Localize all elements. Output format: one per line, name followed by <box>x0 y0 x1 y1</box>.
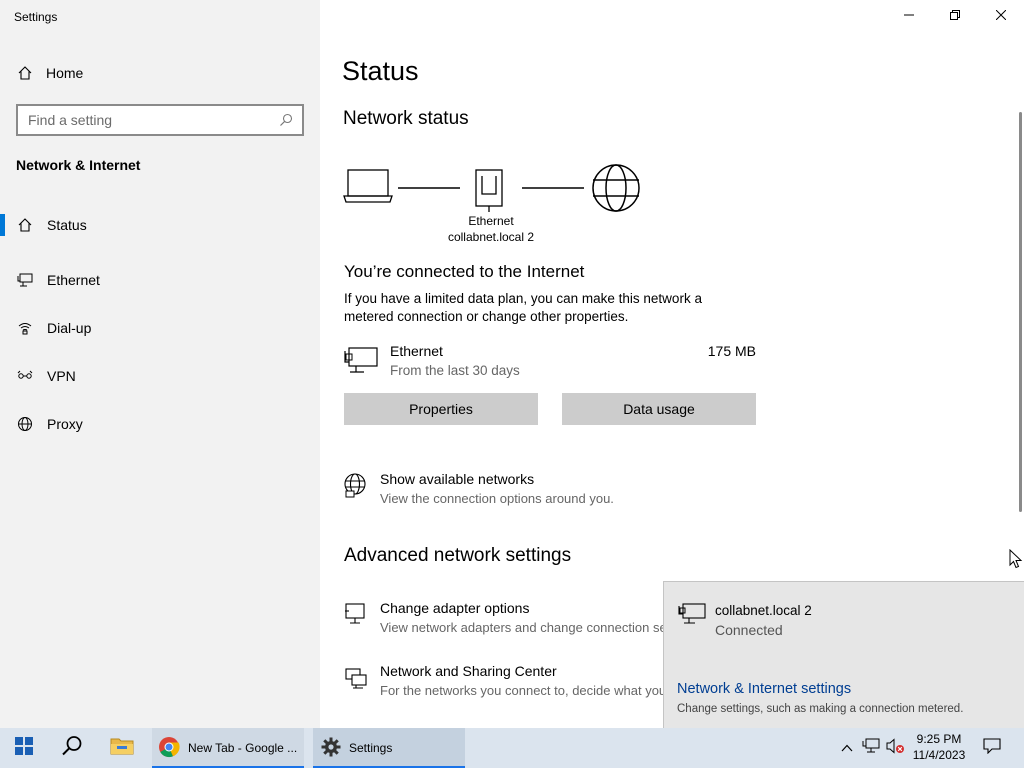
advanced-links-area: Change adapter options View network adap… <box>320 0 663 728</box>
chevron-up-icon <box>841 739 853 757</box>
windows-logo-icon <box>15 736 33 760</box>
vpn-icon <box>16 367 34 385</box>
search-icon[interactable] <box>274 108 298 132</box>
sidebar-item-label: Status <box>47 217 87 233</box>
app-title: Settings <box>14 10 58 24</box>
restore-button[interactable] <box>932 0 978 32</box>
search-icon <box>61 735 83 762</box>
status-icon <box>16 216 34 234</box>
taskbar-chrome[interactable]: New Tab - Google ... <box>152 728 304 768</box>
network-tray-icon <box>862 738 880 759</box>
clock-time: 9:25 PM <box>916 732 962 746</box>
file-explorer-button[interactable] <box>98 728 146 768</box>
gear-icon <box>321 737 341 760</box>
network-sharing-center[interactable]: Network and Sharing Center For the netwo… <box>344 663 663 703</box>
minimize-button[interactable] <box>886 0 932 32</box>
show-hidden-icons-button[interactable] <box>838 728 856 768</box>
globe-icon <box>16 415 34 433</box>
sidebar-item-status[interactable]: Status <box>0 208 320 242</box>
clock-date: 11/4/2023 <box>912 748 966 762</box>
home-label: Home <box>46 65 84 81</box>
window-controls <box>886 0 1024 32</box>
taskbar: New Tab - Google ... Settings 9:25 PM 11… <box>0 728 1024 768</box>
sidebar-item-proxy[interactable]: Proxy <box>0 400 320 448</box>
restore-icon <box>950 7 960 25</box>
minimize-icon <box>904 7 914 25</box>
settings-label: Settings <box>349 741 393 755</box>
content-scrollbar[interactable] <box>1019 112 1022 512</box>
ethernet-data-usage: 175 MB <box>707 343 756 359</box>
sidebar-item-vpn[interactable]: VPN <box>0 352 320 400</box>
sharing-center-icon <box>344 665 368 696</box>
taskbar-settings[interactable]: Settings <box>313 728 465 768</box>
adapter-monitor-icon <box>344 602 368 633</box>
chrome-icon <box>158 736 180 761</box>
network-settings-desc: Change settings, such as making a connec… <box>677 703 964 715</box>
volume-muted-icon <box>885 737 905 759</box>
sharing-center-desc: For the networks you connect to, decide … <box>380 683 663 698</box>
section-title: Network & Internet <box>16 157 141 173</box>
sidebar-item-label: Dial-up <box>47 320 92 336</box>
folder-icon <box>110 736 134 761</box>
ethernet-icon <box>16 271 34 289</box>
change-adapter-options[interactable]: Change adapter options View network adap… <box>344 600 663 640</box>
search-input[interactable] <box>18 106 274 134</box>
home-icon <box>16 64 34 82</box>
mouse-cursor-icon <box>1009 548 1023 574</box>
tray-volume-button[interactable] <box>884 728 906 768</box>
sidebar-item-ethernet[interactable]: Ethernet <box>0 256 320 304</box>
adapter-options-desc: View network adapters and change connect… <box>380 620 663 635</box>
sidebar-item-label: Proxy <box>47 416 83 432</box>
home-button[interactable]: Home <box>16 62 83 84</box>
notification-icon <box>983 737 1001 759</box>
sidebar-item-label: VPN <box>47 368 76 384</box>
flyout-ethernet-icon <box>678 602 706 631</box>
adapter-options-title: Change adapter options <box>380 600 530 616</box>
sidebar-item-dialup[interactable]: Dial-up <box>0 304 320 352</box>
close-button[interactable] <box>978 0 1024 32</box>
close-icon <box>995 7 1007 25</box>
sidebar-item-label: Ethernet <box>47 272 100 288</box>
search-box[interactable] <box>16 104 304 136</box>
nav-list: Status Ethernet Dial-up VPN Proxy <box>0 208 320 448</box>
sharing-center-title: Network and Sharing Center <box>380 663 557 679</box>
dialup-icon <box>16 319 34 337</box>
taskbar-search-button[interactable] <box>48 728 96 768</box>
taskbar-clock[interactable]: 9:25 PM 11/4/2023 <box>908 731 970 763</box>
chrome-label: New Tab - Google ... <box>188 741 298 755</box>
network-internet-settings-link[interactable]: Network & Internet settings <box>677 681 851 697</box>
flyout-network-status: Connected <box>715 622 783 638</box>
action-center-button[interactable] <box>978 728 1006 768</box>
start-button[interactable] <box>0 728 48 768</box>
tray-network-button[interactable] <box>860 728 882 768</box>
flyout-network-name[interactable]: collabnet.local 2 <box>715 603 812 618</box>
sidebar: Settings Home Network & Internet Status … <box>0 0 320 728</box>
network-flyout: collabnet.local 2 Connected Network & In… <box>663 581 1024 728</box>
